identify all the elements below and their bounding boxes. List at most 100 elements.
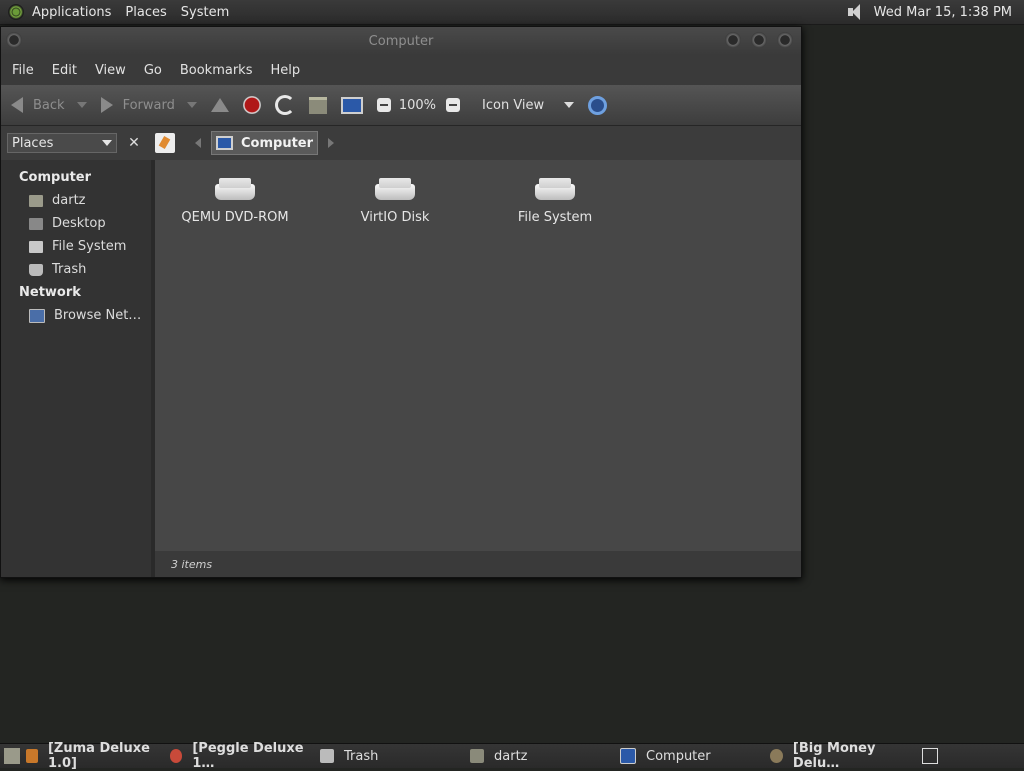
clock[interactable]: Wed Mar 15, 1:38 PM [874, 5, 1012, 20]
reload-icon [274, 95, 295, 115]
menu-go[interactable]: Go [144, 63, 162, 78]
crumb-scroll-right-icon[interactable] [328, 138, 335, 148]
sidebar-heading-network: Network [19, 285, 81, 300]
stop-button[interactable] [242, 96, 261, 114]
desktop-folder-icon [29, 217, 43, 230]
file-item-virtio-disk[interactable]: VirtIO Disk [315, 176, 475, 225]
maximize-button[interactable] [751, 32, 767, 48]
search-button[interactable] [588, 95, 608, 115]
optical-drive-icon [215, 176, 255, 206]
computer-icon [340, 96, 363, 114]
game-icon [170, 749, 183, 763]
back-arrow-icon [11, 97, 23, 113]
status-bar: 3 items [155, 551, 801, 577]
computer-icon [216, 136, 233, 150]
sidebar-heading-computer: Computer [19, 170, 92, 185]
zoom-level: 100% [398, 97, 437, 113]
workspace-switcher[interactable] [922, 748, 938, 764]
drive-icon [29, 240, 43, 253]
taskbar-label: [Peggle Deluxe 1… [192, 741, 304, 771]
trash-icon [29, 263, 43, 276]
file-item-file-system[interactable]: File System [475, 176, 635, 225]
sidebar-item-label: Desktop [52, 216, 106, 231]
back-button[interactable]: Back [11, 97, 87, 113]
hard-disk-icon [375, 176, 415, 206]
view-mode-select[interactable]: Icon View [482, 98, 575, 113]
titlebar[interactable]: Computer [1, 27, 801, 55]
menu-view[interactable]: View [95, 63, 126, 78]
menu-help[interactable]: Help [270, 63, 300, 78]
sidebar-type-label: Places [12, 135, 54, 151]
taskbar-item-big-money[interactable]: [Big Money Delu… [764, 741, 916, 771]
system-menu[interactable]: System [181, 5, 229, 20]
home-folder-icon [470, 749, 484, 763]
chevron-down-icon [102, 140, 112, 146]
sidebar-type-select[interactable]: Places [7, 133, 117, 153]
top-menu: Applications Places System [32, 5, 243, 20]
menu-bookmarks[interactable]: Bookmarks [180, 63, 253, 78]
top-panel: Applications Places System Wed Mar 15, 1… [0, 0, 1024, 25]
sidebar-item-file-system[interactable]: File System [1, 235, 151, 258]
show-desktop-icon[interactable] [4, 748, 20, 764]
sidebar-item-label: Trash [52, 262, 87, 277]
toolbar: Back Forward 100% Icon View [1, 85, 801, 126]
zoom-out-icon[interactable] [376, 98, 391, 112]
back-history-caret-icon[interactable] [76, 102, 87, 108]
taskbar-label: Trash [344, 748, 379, 764]
view-mode-caret-icon [564, 102, 575, 108]
file-manager-window: Computer File Edit View Go Bookmarks Hel… [0, 26, 802, 578]
taskbar-item-trash[interactable]: Trash [314, 744, 464, 768]
network-icon [29, 308, 45, 323]
up-button[interactable] [210, 98, 229, 112]
computer-button[interactable] [340, 96, 363, 114]
game-icon [770, 749, 783, 763]
forward-history-caret-icon[interactable] [186, 102, 197, 108]
home-folder-icon [308, 96, 327, 114]
taskbar-item-dartz[interactable]: dartz [464, 744, 614, 768]
menu-file[interactable]: File [12, 63, 34, 78]
taskbar-label: [Zuma Deluxe 1.0] [47, 741, 150, 771]
zoom-control: 100% [376, 97, 468, 113]
places-menu[interactable]: Places [125, 5, 166, 20]
breadcrumb[interactable]: Computer [211, 131, 319, 155]
icon-view-pane[interactable]: QEMU DVD-ROM VirtIO Disk File System 3 i… [155, 160, 801, 577]
search-icon [588, 95, 608, 115]
icon-grid: QEMU DVD-ROM VirtIO Disk File System [155, 176, 635, 225]
home-folder-icon [29, 194, 43, 207]
taskbar-item-peggle[interactable]: [Peggle Deluxe 1… [164, 741, 314, 771]
file-label: File System [517, 210, 593, 225]
window-title: Computer [368, 34, 434, 49]
sidebar-item-trash[interactable]: Trash [1, 258, 151, 281]
menu-edit[interactable]: Edit [52, 63, 77, 78]
taskbar-item-zuma[interactable]: [Zuma Deluxe 1.0] [20, 741, 164, 771]
volume-icon[interactable] [846, 3, 866, 21]
sidebar-item-label: dartz [52, 193, 86, 208]
taskbar-label: dartz [494, 748, 528, 764]
sidebar-item-browse-network[interactable]: Browse Net… [1, 304, 151, 327]
taskbar-item-computer[interactable]: Computer [614, 744, 764, 768]
applications-menu[interactable]: Applications [32, 5, 111, 20]
sidebar-item-dartz[interactable]: dartz [1, 189, 151, 212]
crumb-scroll-left-icon[interactable] [195, 138, 201, 148]
game-icon [26, 749, 38, 763]
home-button[interactable] [308, 96, 327, 114]
reload-button[interactable] [274, 95, 295, 115]
taskbar-label: [Big Money Delu… [792, 741, 876, 771]
top-panel-tray: Wed Mar 15, 1:38 PM [846, 0, 1012, 24]
sidebar-item-desktop[interactable]: Desktop [1, 212, 151, 235]
minimize-button[interactable] [725, 32, 741, 48]
file-item-dvd-rom[interactable]: QEMU DVD-ROM [155, 176, 315, 225]
up-arrow-icon [210, 98, 229, 112]
hard-disk-icon [535, 176, 575, 206]
file-label: VirtIO Disk [360, 210, 430, 225]
edit-location-button[interactable] [155, 133, 175, 153]
sidebar-item-label: File System [52, 239, 127, 254]
zoom-in-icon[interactable] [446, 98, 461, 112]
close-button[interactable] [777, 32, 793, 48]
taskbar-label: Computer [646, 748, 711, 764]
close-sidebar-icon[interactable]: ✕ [125, 135, 143, 151]
places-sidebar: Computer dartz Desktop File System Trash… [1, 160, 155, 577]
sidebar-item-label: Browse Net… [54, 308, 142, 323]
forward-button[interactable]: Forward [100, 97, 197, 113]
distro-logo-icon[interactable] [8, 4, 24, 20]
